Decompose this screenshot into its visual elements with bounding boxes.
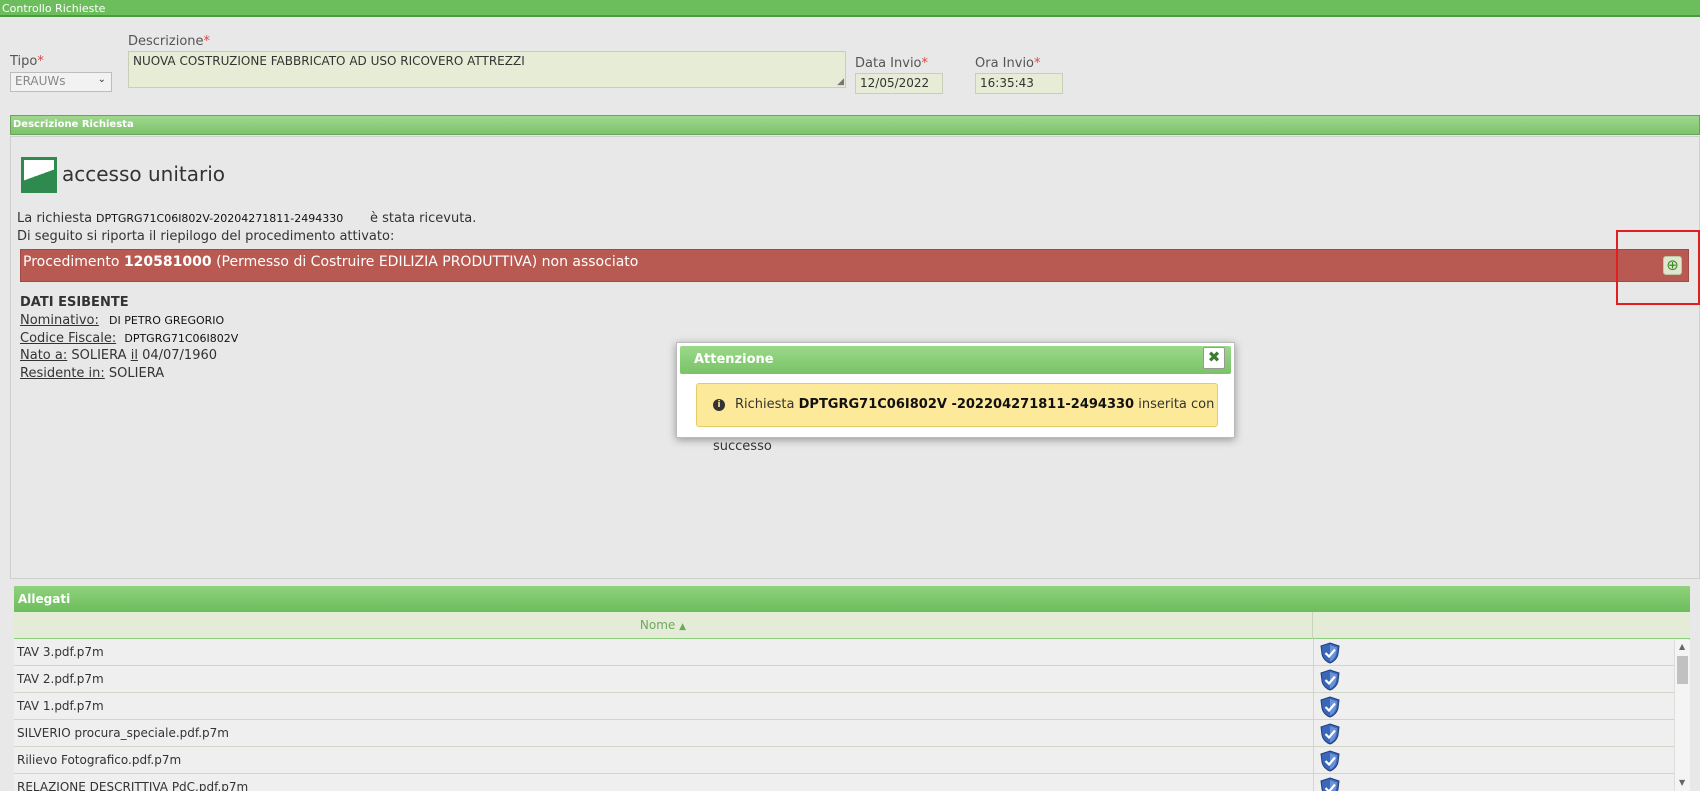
nato-label: Nato a:: [20, 348, 68, 363]
allegato-name: TAV 3.pdf.p7m: [17, 645, 104, 659]
section-title: Descrizione Richiesta: [13, 119, 134, 130]
table-row[interactable]: TAV 1.pdf.p7m: [14, 693, 1674, 720]
dialog-message: i Richiesta DPTGRG71C06I802V -20220427181…: [696, 383, 1218, 454]
grid-scrollbar[interactable]: ▲ ▼: [1674, 640, 1690, 791]
nato-row: Nato a: SOLIERA il 04/07/1960: [20, 348, 217, 363]
window-title-bar: Controllo Richieste: [0, 0, 1700, 17]
procedimento-bar: Procedimento 120581000 (Permesso di Cost…: [20, 249, 1689, 282]
info-icon: i: [713, 399, 725, 411]
table-row[interactable]: TAV 2.pdf.p7m: [14, 666, 1674, 693]
procedimento-code: 120581000: [123, 254, 212, 270]
procedimento-prefix: Procedimento: [23, 254, 120, 270]
tipo-select[interactable]: ERAUWs ⌄: [10, 72, 112, 92]
sort-asc-icon: ▲: [679, 622, 687, 632]
allegato-name: TAV 2.pdf.p7m: [17, 672, 104, 686]
esibente-heading: DATI ESIBENTE: [20, 295, 129, 310]
residente-label: Residente in:: [20, 366, 105, 381]
column-separator: [1313, 693, 1314, 720]
column-separator: [1313, 720, 1314, 747]
allegato-name: SILVERIO procura_speciale.pdf.p7m: [17, 726, 229, 740]
signed-shield-icon[interactable]: [1319, 642, 1341, 664]
allegato-name: RELAZIONE DESCRITTIVA PdC.pdf.p7m: [17, 780, 249, 791]
signed-shield-icon[interactable]: [1319, 669, 1341, 691]
data-invio-label: Data Invio*: [855, 56, 929, 71]
signed-shield-icon[interactable]: [1319, 750, 1341, 772]
column-header-nome-label: Nome: [639, 618, 676, 632]
dialog-header: Attenzione: [680, 346, 1231, 374]
signed-shield-icon[interactable]: [1319, 777, 1341, 791]
cf-label: Codice Fiscale:: [20, 331, 117, 346]
table-row[interactable]: Rilievo Fotografico.pdf.p7m: [14, 747, 1674, 774]
column-separator: [1313, 774, 1314, 791]
residente-value: SOLIERA: [108, 366, 165, 381]
scroll-down-icon[interactable]: ▼: [1679, 778, 1685, 787]
allegati-title: Allegati: [14, 586, 1690, 612]
tipo-select-value: ERAUWs: [15, 74, 66, 88]
close-icon[interactable]: ✖: [1203, 347, 1225, 369]
riepilogo-text: Di seguito si riporta il riepilogo del p…: [17, 229, 395, 244]
descrizione-label: Descrizione*: [128, 34, 211, 49]
ora-invio-value: 16:35:43: [980, 76, 1034, 90]
resize-handle-icon[interactable]: ◢: [837, 77, 844, 87]
column-header-nome[interactable]: Nome ▲: [14, 612, 1313, 639]
scroll-up-icon[interactable]: ▲: [1679, 642, 1685, 651]
descrizione-textarea[interactable]: NUOVA COSTRUZIONE FABBRICATO AD USO RICO…: [128, 51, 846, 88]
ora-invio-label: Ora Invio*: [975, 56, 1041, 71]
table-row[interactable]: RELAZIONE DESCRITTIVA PdC.pdf.p7m: [14, 774, 1674, 791]
accesso-unitario-logo-icon: [21, 157, 57, 193]
allegati-header: Nome ▲: [14, 612, 1690, 639]
cf-row: Codice Fiscale: DPTGRG71C06I802V: [20, 331, 238, 346]
data-invio-value: 12/05/2022: [860, 76, 930, 90]
nominativo-value: DI PETRO GREGORIO: [109, 314, 225, 327]
window-title: Controllo Richieste: [2, 2, 106, 15]
nominativo-label: Nominativo:: [20, 313, 99, 328]
nato-value: SOLIERA: [71, 348, 127, 363]
section-header: Descrizione Richiesta: [10, 115, 1700, 135]
richiesta-suffix: è stata ricevuta.: [370, 211, 477, 226]
attenzione-dialog: Attenzione ✖ i Richiesta DPTGRG71C06I802V…: [676, 342, 1235, 454]
column-separator: [1313, 747, 1314, 774]
msg-code: DPTGRG71C06I802V -202204271811-2494330: [798, 397, 1135, 412]
richiesta-code: DPTGRG71C06I802V-20204271811-2494330: [96, 212, 344, 225]
ora-invio-field[interactable]: 16:35:43: [975, 73, 1063, 94]
tipo-label: Tipo*: [10, 54, 44, 69]
allegato-name: TAV 1.pdf.p7m: [17, 699, 104, 713]
signed-shield-icon[interactable]: [1319, 696, 1341, 718]
data-invio-field[interactable]: 12/05/2022: [855, 73, 943, 94]
column-header-firma: [1313, 612, 1690, 639]
allegato-name: Rilievo Fotografico.pdf.p7m: [17, 753, 182, 767]
column-separator: [1313, 639, 1314, 666]
descrizione-value: NUOVA COSTRUZIONE FABBRICATO AD USO RICO…: [133, 54, 525, 68]
il-label: il: [130, 348, 138, 363]
cf-value: DPTGRG71C06I802V: [124, 332, 239, 345]
il-value: 04/07/1960: [142, 348, 218, 363]
signed-shield-icon[interactable]: [1319, 723, 1341, 745]
residente-row: Residente in: SOLIERA: [20, 366, 164, 381]
richiesta-prefix: La richiesta: [17, 211, 93, 226]
table-row[interactable]: SILVERIO procura_speciale.pdf.p7m: [14, 720, 1674, 747]
nominativo-row: Nominativo: DI PETRO GREGORIO: [20, 313, 224, 328]
highlight-annotation: [1616, 230, 1700, 305]
column-separator: [1313, 666, 1314, 693]
chevron-down-icon: ⌄: [97, 74, 106, 85]
dialog-title: Attenzione: [694, 352, 774, 367]
scroll-thumb[interactable]: [1677, 656, 1688, 684]
table-row[interactable]: TAV 3.pdf.p7m: [14, 639, 1674, 666]
msg-prefix: Richiesta: [735, 397, 795, 412]
procedimento-suffix: (Permesso di Costruire EDILIZIA PRODUTTI…: [216, 254, 639, 270]
logo-text: accesso unitario: [62, 162, 226, 186]
